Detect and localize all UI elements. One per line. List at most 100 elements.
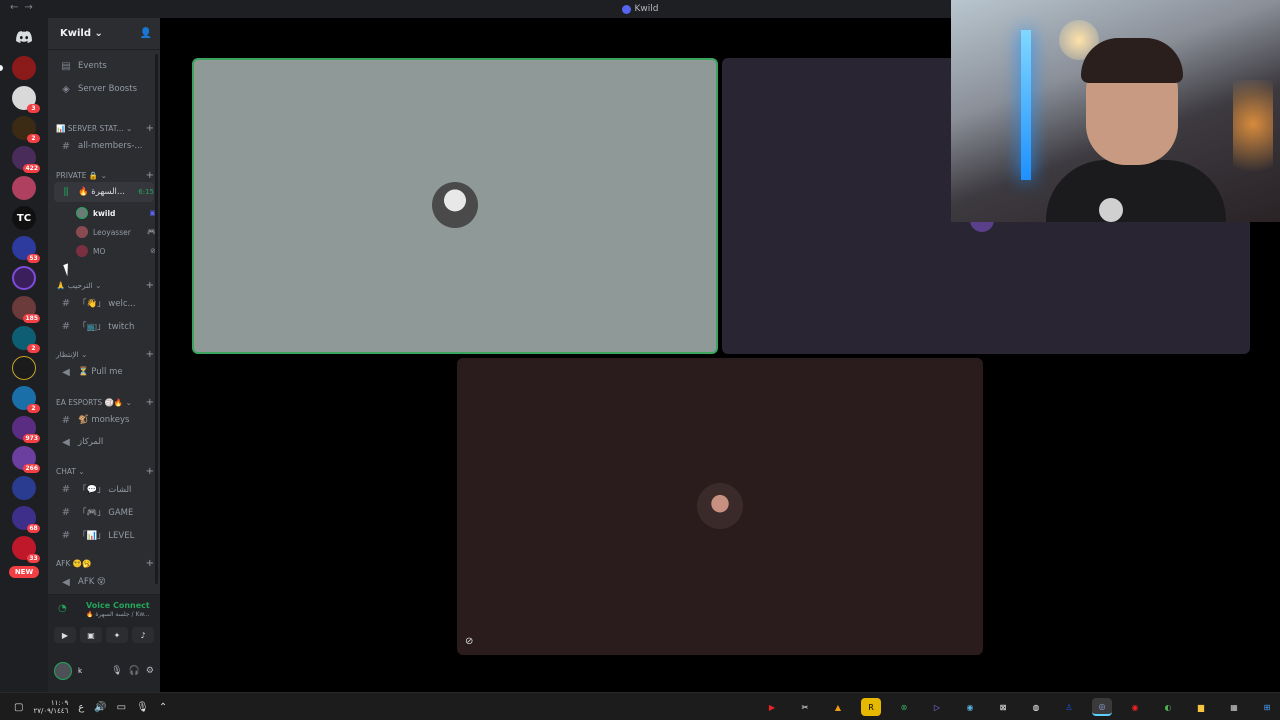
activities-icon[interactable]: ✦ [106,627,128,643]
voice-channel-private[interactable]: ⫼ 🔥 السهرة... 6:15 [54,182,154,202]
category-private[interactable]: Private 🔒 ⌄ + [56,168,154,182]
xbox-icon[interactable]: ⊗ [894,698,914,716]
category-ea-esports[interactable]: EA ESPORTS 🏐🔥 ⌄ + [56,395,154,409]
server-icon[interactable]: 68 [12,506,40,533]
channel-level[interactable]: # 「📊」 LEVEL [54,525,154,545]
notification-icon[interactable]: ▢ [14,702,23,713]
volume-icon[interactable]: 🔊 [94,702,106,713]
server-icon[interactable]: 33 [12,536,40,563]
voice-user[interactable]: Leoyasser 🎮 [76,223,156,241]
soundboard-icon[interactable]: ♪ [132,627,154,643]
windows-start-icon[interactable]: ⊞ [1257,698,1277,716]
muted-mic-icon: ⊘ [465,636,474,647]
file-explorer-icon[interactable]: ▆ [1191,698,1211,716]
add-channel-icon[interactable]: + [146,123,154,134]
server-icon [621,4,631,14]
add-channel-icon[interactable]: + [146,558,154,569]
capcut-icon[interactable]: ✂ [795,698,815,716]
app-icon[interactable]: ▲ [828,698,848,716]
server-boosts-item[interactable]: ◈ Server Boosts [54,79,154,99]
server-icon[interactable] [12,476,36,500]
server-icon[interactable]: 3 [12,86,40,113]
server-icon[interactable] [12,176,36,200]
category-afk[interactable]: AFK 😵‍💫🥱 + [56,556,154,570]
server-icon[interactable]: 2 [12,326,40,353]
server-icon[interactable]: 185 [12,296,40,323]
add-channel-icon[interactable]: + [146,349,154,360]
recorder-icon[interactable]: ◉ [1125,698,1145,716]
avatar[interactable] [54,662,72,680]
server-icon[interactable]: 53 [12,236,40,263]
hashtag-icon: # [61,529,71,541]
server-icon[interactable]: 973 [12,416,40,443]
mention-badge: 68 [27,524,40,533]
channel-welcome[interactable]: # 「👋」 welc... [54,293,154,313]
hashtag-icon: # [61,414,71,426]
voice-channel-pull-me[interactable]: ◀ ⏳ Pull me [54,362,154,382]
events-item[interactable]: ▤ Events [54,56,154,76]
server-icon[interactable] [0,56,36,80]
voice-channel-markaz[interactable]: ◀ المركاز [54,432,154,452]
chrome-icon[interactable]: ◐ [1158,698,1178,716]
nav-arrows: ← → [10,2,33,13]
steam-icon[interactable]: ◉ [960,698,980,716]
window-title-text: Kwild [634,4,659,14]
add-channel-icon[interactable]: + [146,466,154,477]
channel-chat[interactable]: # 「💬」 الشات [54,479,154,499]
add-channel-icon[interactable]: + [146,170,154,181]
obs-icon[interactable]: ◍ [1026,698,1046,716]
youtube-icon[interactable]: ▶ [762,698,782,716]
participant-tile[interactable]: ⊘ [457,358,983,655]
discord-home-icon[interactable] [11,24,37,50]
microphone-icon[interactable]: 🎙 [111,666,122,676]
guild-header[interactable]: Kwild ⌄ 👤 [48,18,160,50]
voice-user[interactable]: kwild ▣ [76,204,156,222]
xbox-app-icon[interactable]: ⊠ [993,698,1013,716]
store-icon[interactable]: ▦ [1224,698,1244,716]
server-icon[interactable] [12,356,36,380]
server-icon[interactable]: 422 [12,146,40,173]
add-channel-icon[interactable]: + [146,397,154,408]
add-member-icon[interactable]: 👤 [140,28,152,39]
voice-user[interactable]: MO ⊘ [76,242,156,260]
channel-monkeys[interactable]: # 🐒 monkeys [54,410,154,430]
language-indicator[interactable]: ع [78,702,84,713]
voice-active-icon: ⫼ [63,186,69,198]
voice-status[interactable]: Voice Connect [86,601,150,610]
voice-channel-name[interactable]: 🔥 جلسة السهرة / Kw... [86,611,150,618]
hashtag-icon: # [61,483,71,495]
discord-taskbar-icon[interactable]: ◎ [1092,698,1112,716]
new-badge[interactable]: NEW [9,566,39,578]
category-chat[interactable]: CHAT ⌄ + [56,464,154,478]
add-channel-icon[interactable]: + [146,280,154,291]
channel-twitch[interactable]: # 「📺」 twitch [54,316,154,336]
gear-icon[interactable]: ⚙ [146,666,154,676]
server-icon[interactable]: 266 [12,446,40,473]
category-server-stats[interactable]: 📊 SERVER STAT... ⌄ + [56,121,154,135]
voice-channel-afk[interactable]: ◀ AFK 😵 [54,572,154,592]
screen-share-icon[interactable]: ▣ [80,627,102,643]
channel-list-scrollbar[interactable] [155,54,158,584]
channel-all-members[interactable]: # all-members-... [54,136,154,156]
headphones-icon[interactable]: 🎧 [129,666,140,676]
category-welcome[interactable]: 🙏 الترحيب ⌄ + [56,278,154,292]
clock[interactable]: ١١:٠٩ ٢٧/٠٩/١٤٤٦ [33,699,68,715]
server-icon[interactable] [12,266,36,290]
mic-tray-icon[interactable]: 🎙 [136,702,149,713]
media-player-icon[interactable]: ▷ [927,698,947,716]
mention-badge: 2 [27,134,40,143]
category-waiting[interactable]: الإنتظار ⌄ + [56,347,154,361]
back-arrow-icon[interactable]: ← [10,2,18,13]
server-icon[interactable]: TC [12,206,36,230]
server-icon[interactable]: 2 [12,386,40,413]
chevron-up-icon[interactable]: ⌃ [159,702,167,713]
forward-arrow-icon[interactable]: → [24,2,32,13]
avatar [697,483,743,529]
channel-game[interactable]: # 「🎮」 GAME [54,502,154,522]
server-icon[interactable]: 2 [12,116,40,143]
rockstar-icon[interactable]: R [861,698,881,716]
playstation-icon[interactable]: ♙ [1059,698,1079,716]
participant-tile[interactable] [192,58,718,354]
camera-icon[interactable]: ▶ [54,627,76,643]
network-icon[interactable]: ▭ [117,702,126,713]
